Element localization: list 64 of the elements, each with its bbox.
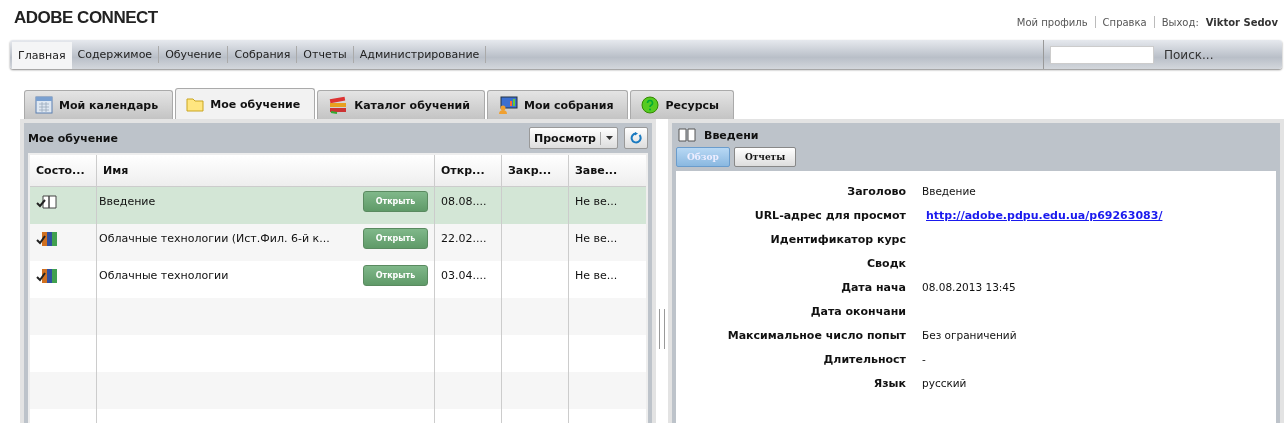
- calendar-icon: [35, 96, 53, 114]
- table-cell-text: Не ве...: [574, 231, 619, 247]
- table-cell-text: Не ве...: [574, 268, 619, 284]
- book-icon: [678, 128, 696, 142]
- field-label: Заголово: [846, 184, 906, 198]
- table-cell: 22.02....: [435, 224, 502, 261]
- nav-item[interactable]: Собрания: [228, 46, 298, 63]
- header-link[interactable]: Выход:: [1161, 16, 1199, 28]
- subtab[interactable]: Отчеты: [733, 147, 797, 167]
- field-label: Идентификатор курс: [769, 232, 906, 246]
- refresh-icon: [630, 132, 642, 144]
- field-label: Длительност: [822, 352, 906, 366]
- field-label: URL-адрес для просмот: [753, 208, 906, 222]
- field-value: 08.08.2013 13:45: [922, 280, 1016, 293]
- user-name: Viktor Sedov: [1205, 16, 1278, 28]
- field-label: Дата окончани: [809, 304, 906, 318]
- caret-icon: [606, 136, 613, 140]
- nav-item[interactable]: Содержимое: [71, 46, 160, 63]
- field-value: -: [922, 352, 926, 365]
- table-cell: Облачные технологии (Ист.Фил. 6-й к...: [99, 232, 330, 245]
- presentation-icon: [498, 96, 518, 114]
- help-icon: [641, 96, 660, 114]
- search-button[interactable]: Поиск...: [1164, 47, 1214, 62]
- table-cell: Введение: [99, 195, 156, 208]
- header-link[interactable]: Справка: [1102, 16, 1147, 28]
- tab[interactable]: Мое обучение: [175, 88, 316, 119]
- field-label: Язык: [872, 376, 906, 390]
- tab[interactable]: Мои собрания: [487, 90, 629, 119]
- column-header[interactable]: Имя: [97, 155, 435, 186]
- book-check-icon: [36, 193, 58, 210]
- nav-item[interactable]: Обучение: [159, 46, 229, 63]
- field-label: Сводк: [866, 256, 906, 270]
- table-row[interactable]: Облачные технологии (Ист.Фил. 6-й к... Открыть 22.02.... Не ве...: [30, 224, 646, 261]
- folder-icon: [186, 96, 205, 112]
- field-value: Введение: [922, 184, 976, 197]
- table-cell-text: Не ве...: [574, 194, 619, 210]
- panel-title: Мое обучение: [28, 131, 118, 145]
- splitter-handle[interactable]: [659, 309, 665, 349]
- books-check-icon: [36, 266, 58, 285]
- column-header[interactable]: Состо...: [30, 155, 97, 186]
- column-header[interactable]: Откр...: [435, 155, 502, 186]
- field-value: Без ограничений: [922, 328, 1017, 341]
- search-field[interactable]: [1050, 45, 1154, 64]
- url-link[interactable]: http://adobe.pdpu.edu.ua/p69263083/: [926, 208, 1163, 222]
- refresh-button[interactable]: [624, 127, 648, 149]
- books-check-icon: [36, 229, 58, 248]
- field-value: русский: [922, 376, 967, 389]
- books-icon: [328, 96, 349, 114]
- nav-item[interactable]: Отчеты: [297, 46, 354, 63]
- tab[interactable]: Каталог обучений: [317, 90, 485, 119]
- nav-item[interactable]: Администрирование: [353, 46, 487, 63]
- logo: ADOBE CONNECT: [14, 7, 158, 28]
- column-header[interactable]: Закр...: [502, 155, 569, 186]
- table-cell: Облачные технологии: [99, 269, 229, 282]
- header-link[interactable]: Мой профиль: [1016, 16, 1088, 28]
- view-dropdown[interactable]: Просмотр: [529, 127, 618, 149]
- tab[interactable]: Мой календарь: [24, 90, 174, 119]
- panel-title: Введени: [704, 128, 759, 142]
- field-label: Максимальное число попыт: [726, 328, 906, 342]
- column-header[interactable]: Заве...: [569, 155, 646, 186]
- field-label: Дата нача: [840, 280, 906, 294]
- table-row[interactable]: Введение Открыть 08.08.... Не ве...: [30, 187, 646, 224]
- nav-item[interactable]: Главная: [12, 42, 72, 69]
- tab[interactable]: Ресурсы: [630, 90, 735, 119]
